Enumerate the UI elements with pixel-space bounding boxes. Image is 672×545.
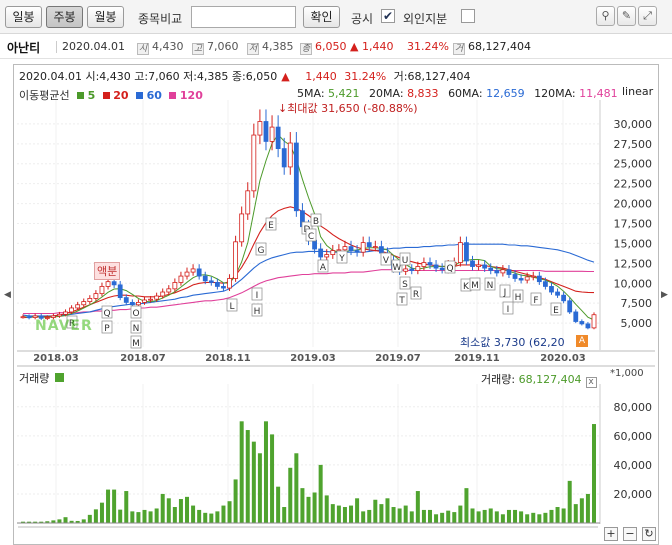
change-percent: 31.24% (407, 40, 449, 53)
compare-search-input[interactable] (191, 6, 296, 28)
volume-unit: *1,000 (610, 368, 644, 379)
candle-info-line: 2020.04.01 시:4,430 고:7,060 저:4,385 종:6,0… (19, 68, 474, 84)
naver-logo: NAVER (35, 318, 93, 334)
ma5-value: 5,421 (328, 87, 360, 100)
scroll-right-icon[interactable]: ▶ (661, 290, 668, 300)
open-badge: 시 (137, 43, 149, 55)
pin-icon[interactable]: ⚲ (596, 6, 615, 26)
stock-name: 아난티 (7, 41, 41, 55)
foreign-label: 외인지분 (403, 12, 448, 26)
min-value-label: 최소값 3,730 (62,20 (460, 336, 565, 349)
ma60-label: 60MA: (448, 87, 483, 100)
volume-current-value: 68,127,404 (518, 373, 582, 386)
notice-checkbox[interactable]: ✔ (381, 9, 395, 23)
close-value: 6,050 (315, 40, 347, 53)
low-value: 4,385 (262, 40, 294, 53)
info-date: 2020.04.01 (62, 40, 125, 53)
info-volume: 거 68,127,404 (453, 40, 531, 55)
stock-info-bar: 아난티 2020.04.01 시 4,430 고 7,060 저 4,385 종 6,0… (0, 35, 672, 59)
low-badge: 저 (247, 43, 259, 55)
notice-label: 공시 (351, 12, 374, 26)
high-value: 7,060 (207, 40, 239, 53)
close-icon[interactable]: x (585, 377, 597, 388)
volume-value: 68,127,404 (468, 40, 531, 53)
ma-values: 5MA: 5,421 20MA: 8,833 60MA: 12,659 120M… (297, 87, 618, 100)
toolbar: 일봉 주봉 월봉 종목비교 확인 공시 ✔ 외인지분 ⚲ ✎ ⤢ (0, 0, 672, 34)
monthly-button[interactable]: 월봉 (87, 6, 124, 28)
info-low: 저 4,385 (247, 40, 294, 55)
volume-legend-swatch (55, 373, 65, 382)
ma60-value: 12,659 (486, 87, 525, 100)
daily-button[interactable]: 일봉 (5, 6, 42, 28)
ma60-legend: 60 (136, 89, 162, 102)
ma-title: 이동평균선 (19, 89, 70, 102)
ma20-label: 20MA: (369, 87, 404, 100)
chart-frame (13, 64, 659, 545)
zoom-out-button[interactable]: − (623, 527, 637, 541)
foreign-checkbox[interactable] (461, 9, 475, 23)
fullscreen-icon[interactable]: ⤢ (638, 6, 657, 26)
event-marker-icon[interactable]: A (576, 335, 588, 347)
info-high: 고 7,060 (192, 40, 239, 55)
ma-legend: 이동평균선 5 20 60 120 (19, 87, 207, 103)
ma120-value: 11,481 (579, 87, 618, 100)
compare-label: 종목비교 (138, 12, 183, 26)
change-value: ▲ 1,440 (350, 40, 394, 53)
weekly-button[interactable]: 주봉 (46, 6, 83, 28)
ma5-legend: 5 (77, 89, 95, 102)
header-change: 1,440 (305, 70, 337, 83)
ma20-value: 8,833 (407, 87, 439, 100)
info-close: 종 6,050 (300, 40, 347, 55)
split-warning-badge[interactable]: 액분 (94, 262, 121, 280)
up-arrow-icon: ▲ (281, 70, 290, 83)
scale-label[interactable]: linear (622, 85, 653, 98)
volume-value-display: 거래량: 68,127,404 x (481, 371, 597, 388)
volume-value-label: 거래량: (481, 373, 516, 386)
ohlc-text: 2020.04.01 시:4,430 고:7,060 저:4,385 종:6,0… (19, 70, 278, 83)
zoom-in-button[interactable]: + (604, 527, 618, 541)
volume-title: 거래량 (19, 372, 50, 385)
high-badge: 고 (192, 43, 204, 55)
max-value-label: ↓최대값 31,650 (-80.88%) (278, 102, 418, 115)
volume-badge: 거 (453, 43, 465, 55)
header-volume: 거:68,127,404 (393, 70, 471, 83)
open-value: 4,430 (152, 40, 184, 53)
divider (56, 41, 57, 53)
ma120-legend: 120 (169, 89, 203, 102)
scroll-left-icon[interactable]: ◀ (4, 290, 11, 300)
pencil-icon[interactable]: ✎ (617, 6, 636, 26)
refresh-icon[interactable]: ↻ (642, 527, 656, 541)
header-percent: 31.24% (344, 70, 387, 83)
ma5-label: 5MA: (297, 87, 325, 100)
confirm-button[interactable]: 확인 (303, 6, 340, 28)
close-badge: 종 (300, 43, 312, 55)
ma20-legend: 20 (102, 89, 129, 102)
volume-header: 거래량 (19, 370, 65, 386)
info-open: 시 4,430 (137, 40, 184, 55)
ma120-label: 120MA: (534, 87, 576, 100)
chart-scrollbar[interactable] (18, 526, 598, 528)
